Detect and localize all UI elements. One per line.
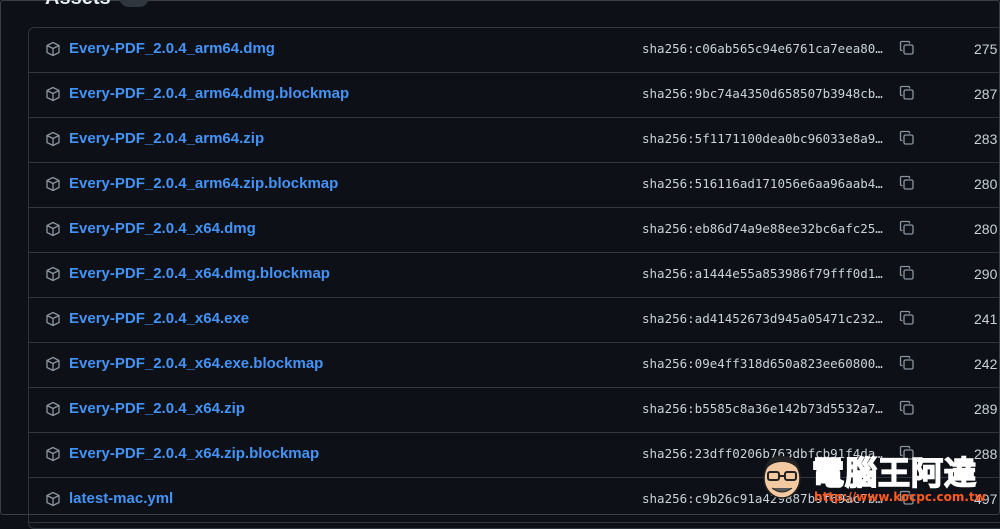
package-icon: [45, 131, 63, 149]
copy-icon[interactable]: [899, 355, 917, 373]
package-icon: [45, 176, 63, 194]
package-icon: [45, 266, 63, 284]
asset-count-badge: [119, 0, 149, 7]
asset-sha256: sha256:a1444e55a853986f79fff0d11d...: [642, 266, 888, 281]
watermark-mascot-icon: [763, 455, 801, 499]
copy-icon[interactable]: [899, 265, 917, 283]
package-icon: [45, 311, 63, 329]
asset-size: 280: [974, 176, 998, 192]
copy-icon[interactable]: [899, 220, 917, 238]
asset-sha256: sha256:c06ab565c94e6761ca7eea80e2...: [642, 41, 888, 56]
asset-row: Every-PDF_2.0.4_x64.dmg.blockmap sha256:a…: [29, 253, 1000, 298]
package-icon: [45, 41, 63, 59]
copy-icon[interactable]: [899, 40, 917, 58]
asset-download-link[interactable]: Every-PDF_2.0.4_x64.exe.blockmap: [69, 355, 323, 372]
asset-row: Every-PDF_2.0.4_x64.zip sha256:b5585c8a36…: [29, 388, 1000, 433]
asset-download-link[interactable]: Every-PDF_2.0.4_x64.exe: [69, 310, 249, 327]
asset-download-link[interactable]: Every-PDF_2.0.4_arm64.dmg.blockmap: [69, 85, 349, 102]
asset-download-link[interactable]: Every-PDF_2.0.4_x64.zip.blockmap: [69, 445, 319, 462]
asset-download-link[interactable]: latest-mac.yml: [69, 490, 173, 507]
asset-download-link[interactable]: Every-PDF_2.0.4_arm64.dmg: [69, 40, 275, 57]
asset-size: 290: [974, 266, 998, 282]
copy-icon[interactable]: [899, 310, 917, 328]
copy-icon[interactable]: [899, 85, 917, 103]
copy-icon[interactable]: [899, 400, 917, 418]
asset-download-link[interactable]: Every-PDF_2.0.4_x64.zip: [69, 400, 245, 417]
asset-row: Every-PDF_2.0.4_arm64.dmg sha256:c06ab565…: [29, 28, 1000, 73]
asset-download-link[interactable]: Every-PDF_2.0.4_arm64.zip: [69, 130, 264, 147]
package-icon: [45, 491, 63, 509]
section-heading: Assets: [45, 0, 111, 10]
asset-download-link[interactable]: Every-PDF_2.0.4_x64.dmg: [69, 220, 256, 237]
asset-download-link[interactable]: Every-PDF_2.0.4_x64.dmg.blockmap: [69, 265, 330, 282]
asset-size: 289: [974, 401, 998, 417]
asset-size: 275: [974, 41, 998, 57]
asset-size: 287: [974, 86, 998, 102]
watermark-url: http://www.kocpc.com.tw: [814, 490, 986, 504]
asset-sha256: sha256:ad41452673d945a05471c232d7...: [642, 311, 888, 326]
asset-row: Every-PDF_2.0.4_arm64.dmg.blockmap sha256…: [29, 73, 1000, 118]
asset-size: 241: [974, 311, 998, 327]
asset-row: Every-PDF_2.0.4_x64.dmg sha256:eb86d74a9e…: [29, 208, 1000, 253]
package-icon: [45, 401, 63, 419]
asset-sha256: sha256:516116ad171056e6aa96aab431...: [642, 176, 888, 191]
asset-sha256: sha256:b5585c8a36e142b73d5532a7d2...: [642, 401, 888, 416]
asset-row: Every-PDF_2.0.4_arm64.zip sha256:5f117110…: [29, 118, 1000, 163]
asset-download-link[interactable]: Every-PDF_2.0.4_arm64.zip.blockmap: [69, 175, 338, 192]
copy-icon[interactable]: [899, 175, 917, 193]
asset-sha256: sha256:5f1171100dea0bc96033e8a949...: [642, 131, 888, 146]
copy-icon[interactable]: [899, 130, 917, 148]
package-icon: [45, 446, 63, 464]
asset-sha256: sha256:eb86d74a9e88ee32bc6afc256d...: [642, 221, 888, 236]
package-icon: [45, 221, 63, 239]
asset-row: Every-PDF_2.0.4_x64.exe.blockmap sha256:0…: [29, 343, 1000, 388]
asset-size: 283: [974, 131, 998, 147]
package-icon: [45, 356, 63, 374]
package-icon: [45, 86, 63, 104]
asset-size: 280: [974, 221, 998, 237]
asset-sha256: sha256:9bc74a4350d658507b3948cb6a...: [642, 86, 888, 101]
asset-row: Every-PDF_2.0.4_x64.exe sha256:ad41452673…: [29, 298, 1000, 343]
asset-sha256: sha256:09e4ff318d650a823ee6080016...: [642, 356, 888, 371]
asset-row: Every-PDF_2.0.4_arm64.zip.blockmap sha256…: [29, 163, 1000, 208]
watermark-text: 電腦王阿達: [811, 453, 978, 493]
asset-size: 242: [974, 356, 998, 372]
watermark: 電腦王阿達 http://www.kocpc.com.tw: [758, 448, 998, 512]
